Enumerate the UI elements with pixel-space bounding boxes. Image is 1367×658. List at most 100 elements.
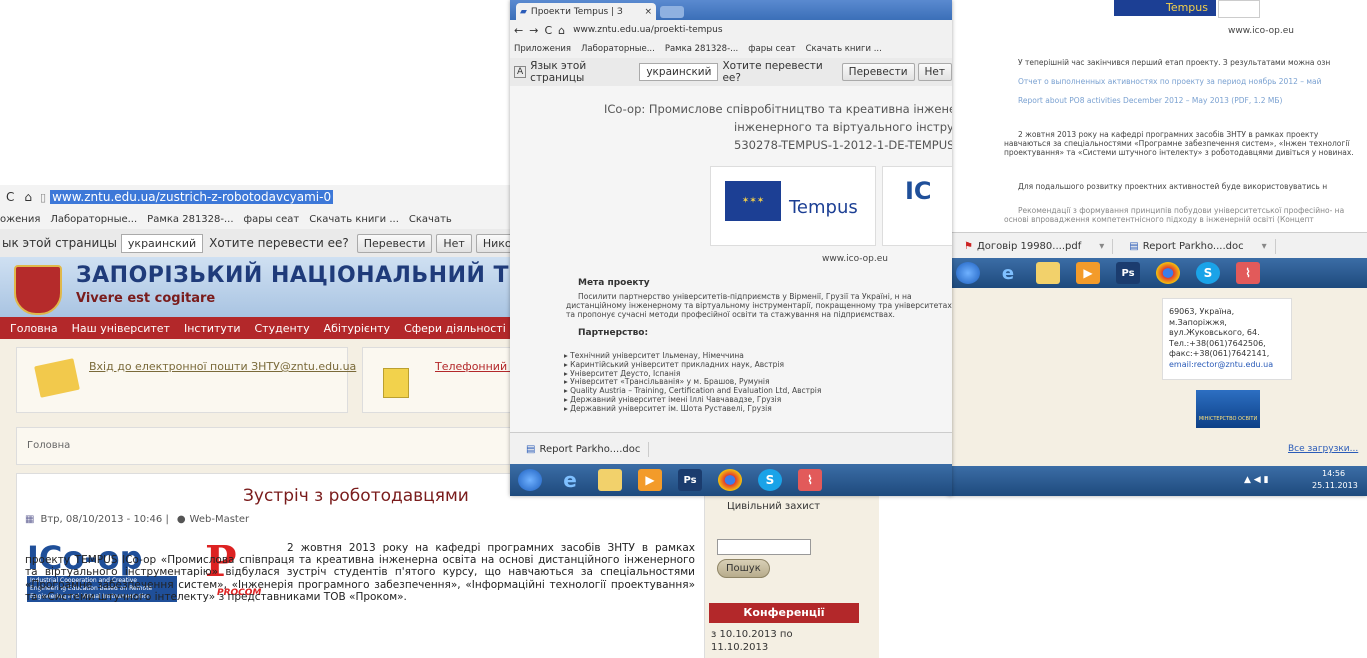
middle-download-bar: ▤ Report Parkho....doc	[510, 432, 952, 465]
calendar-icon: ▦	[25, 514, 35, 525]
back-icon[interactable]: C	[6, 190, 14, 204]
tab-title: Проекти Tempus | З	[530, 6, 623, 17]
clock-date: 25.11.2013	[1312, 481, 1358, 490]
language-select[interactable]: украинский	[120, 233, 204, 253]
media-icon[interactable]: ▶	[638, 469, 662, 491]
nav-item-applicant[interactable]: Абітурієнту	[324, 322, 390, 335]
all-downloads-link[interactable]: Все загрузки...	[1288, 444, 1358, 454]
search-input[interactable]	[717, 539, 811, 555]
breadcrumb[interactable]: Головна	[27, 440, 70, 451]
ie-icon[interactable]: e	[996, 262, 1020, 284]
nav-item-activities[interactable]: Сфери діяльності	[404, 322, 506, 335]
new-tab-button[interactable]	[660, 6, 684, 18]
folder-icon[interactable]	[598, 469, 622, 491]
left-sidebar: Цивільний захист Пошук Конференції з 10.…	[704, 495, 879, 658]
app-icon[interactable]: ⌇	[1236, 262, 1260, 284]
bookmark-item[interactable]: Рамка 281328-...	[665, 44, 738, 54]
translate-question: Хотите перевести ее?	[209, 236, 349, 250]
language-select[interactable]: украинский	[639, 63, 719, 81]
phone-link[interactable]: Телефонний д	[435, 360, 518, 373]
translate-bar: A Язык этой страницы украинский Хотите п…	[510, 58, 952, 86]
url-field[interactable]: www.zntu.edu.ua/proekti-tempus	[573, 25, 722, 35]
bookmark-item[interactable]: Скачать книги ...	[806, 44, 882, 54]
middle-browser-window: ▰ Проекти Tempus | З × ← → C ⌂ www.zntu.…	[510, 0, 952, 496]
sidebar-link-civil-defense[interactable]: Цивільний захист	[727, 501, 820, 512]
partner-item[interactable]: ▸ Державний університет ім. Шота Руставе…	[564, 404, 821, 414]
back-icon[interactable]: ←	[514, 24, 523, 37]
bookmark-item[interactable]: фары сеат	[244, 214, 300, 225]
project-heading-1: ICo-op: Промислове співробітництво та кр…	[604, 102, 952, 116]
bookmark-item[interactable]: Лабораторные...	[581, 44, 655, 54]
bookmark-item[interactable]: Скачать	[409, 214, 452, 225]
download-filename: Report Parkho....doc	[1142, 240, 1244, 252]
tab-proekti-tempus[interactable]: ▰ Проекти Tempus | З ×	[516, 3, 656, 20]
nav-item-university[interactable]: Наш університет	[72, 322, 170, 335]
report-link-en[interactable]: Report about PO8 activities December 201…	[1018, 96, 1282, 105]
forward-icon[interactable]: →	[529, 24, 538, 37]
download-item-doc[interactable]: ▤ Report Parkho....doc	[518, 441, 650, 457]
site-motto: Vivere est cogitare	[76, 291, 216, 306]
photoshop-icon[interactable]: Ps	[1116, 262, 1140, 284]
bookmark-item[interactable]: Скачать книги ...	[309, 214, 399, 225]
bookmarks-bar: Приложения Лабораторные... Рамка 281328-…	[510, 40, 952, 59]
download-item-pdf[interactable]: ⚑ Договір 19980....pdf ▾	[956, 238, 1114, 254]
translate-icon: A	[514, 66, 527, 78]
translate-button[interactable]: Перевести	[356, 233, 433, 253]
home-icon[interactable]: ⌂	[24, 190, 32, 204]
search-button[interactable]: Пошук	[717, 559, 770, 578]
translate-question: Хотите перевести ее?	[722, 60, 823, 84]
no-button[interactable]: Нет	[436, 233, 472, 253]
bookmark-item[interactable]: Лабораторные...	[50, 214, 137, 225]
bookmark-item[interactable]: Рамка 281328-...	[147, 214, 233, 225]
conference-date-2: 11.10.2013	[711, 642, 769, 653]
skype-icon[interactable]: S	[758, 469, 782, 491]
ico-banner	[1218, 0, 1260, 18]
download-item-doc[interactable]: ▤ Report Parkho....doc ▾	[1121, 238, 1276, 254]
project-site[interactable]: www.ico-op.eu	[1228, 26, 1294, 36]
chevron-down-icon[interactable]: ▾	[1262, 241, 1267, 252]
bookmark-apps[interactable]: Приложения	[514, 44, 571, 54]
email-link[interactable]: email:rector@zntu.edu.ua	[1169, 360, 1285, 371]
article-date: Втр, 08/10/2013 - 10:46 |	[40, 514, 169, 525]
media-icon[interactable]: ▶	[1076, 262, 1100, 284]
nav-item-student[interactable]: Студенту	[255, 322, 310, 335]
translate-button[interactable]: Перевести	[841, 63, 915, 81]
tempus-banner-text: Tempus	[1165, 1, 1208, 14]
start-button-icon[interactable]	[518, 469, 542, 491]
nav-item-home[interactable]: Головна	[10, 322, 58, 335]
project-site[interactable]: www.ico-op.eu	[822, 254, 888, 264]
chevron-down-icon[interactable]: ▾	[1099, 241, 1104, 252]
bookmark-item[interactable]: ожения	[0, 214, 40, 225]
contact-box: 69063, Україна, м.Запоріжжя, вул.Жуковсь…	[1162, 298, 1292, 380]
url-field[interactable]: www.zntu.edu.ua/zustrich-z-robotodavcyam…	[50, 190, 334, 204]
reload-icon[interactable]: C	[544, 24, 552, 37]
nav-item-institutes[interactable]: Інститути	[184, 322, 241, 335]
right-download-bar: ⚑ Договір 19980....pdf ▾ ▤ Report Parkho…	[948, 232, 1367, 259]
skype-icon[interactable]: S	[1196, 262, 1220, 284]
home-icon[interactable]: ⌂	[558, 24, 565, 37]
system-tray: ▲ ◀ ▮ 14:56 25.11.2013	[948, 466, 1367, 496]
mail-link[interactable]: Вхід до електронної пошти ЗНТУ@zntu.edu.…	[89, 360, 356, 373]
close-icon[interactable]: ×	[644, 7, 652, 17]
report-link-ru[interactable]: Отчет о выполненных активностях по проек…	[1018, 77, 1322, 86]
folder-icon[interactable]	[1036, 262, 1060, 284]
start-button-icon[interactable]	[956, 262, 980, 284]
no-button[interactable]: Нет	[917, 63, 952, 81]
photoshop-icon[interactable]: Ps	[678, 469, 702, 491]
ie-icon[interactable]: e	[558, 468, 582, 492]
article-author[interactable]: Web-Master	[190, 514, 250, 525]
chrome-icon[interactable]	[718, 469, 742, 491]
bookmark-item[interactable]: фары сеат	[748, 44, 795, 54]
tray-icons[interactable]: ▲ ◀ ▮	[1244, 475, 1269, 485]
phone-icon	[383, 368, 409, 398]
mail-box: Вхід до електронної пошти ЗНТУ@zntu.edu.…	[16, 347, 356, 413]
right-taskbar: e ▶ Ps S ⌇	[948, 258, 1367, 288]
right-paragraph-1: У теперішній час закінчився перший етап …	[1018, 58, 1331, 67]
partners-title: Партнерство:	[578, 328, 649, 338]
conference-date-1: з 10.10.2013 по	[711, 629, 793, 640]
chrome-icon[interactable]	[1156, 262, 1180, 284]
article-title: Зустріч з роботодавцями	[243, 486, 469, 506]
address-bar: ← → C ⌂ www.zntu.edu.ua/proekti-tempus	[510, 20, 952, 40]
app-icon[interactable]: ⌇	[798, 469, 822, 491]
pdf-icon: ⚑	[964, 240, 973, 252]
